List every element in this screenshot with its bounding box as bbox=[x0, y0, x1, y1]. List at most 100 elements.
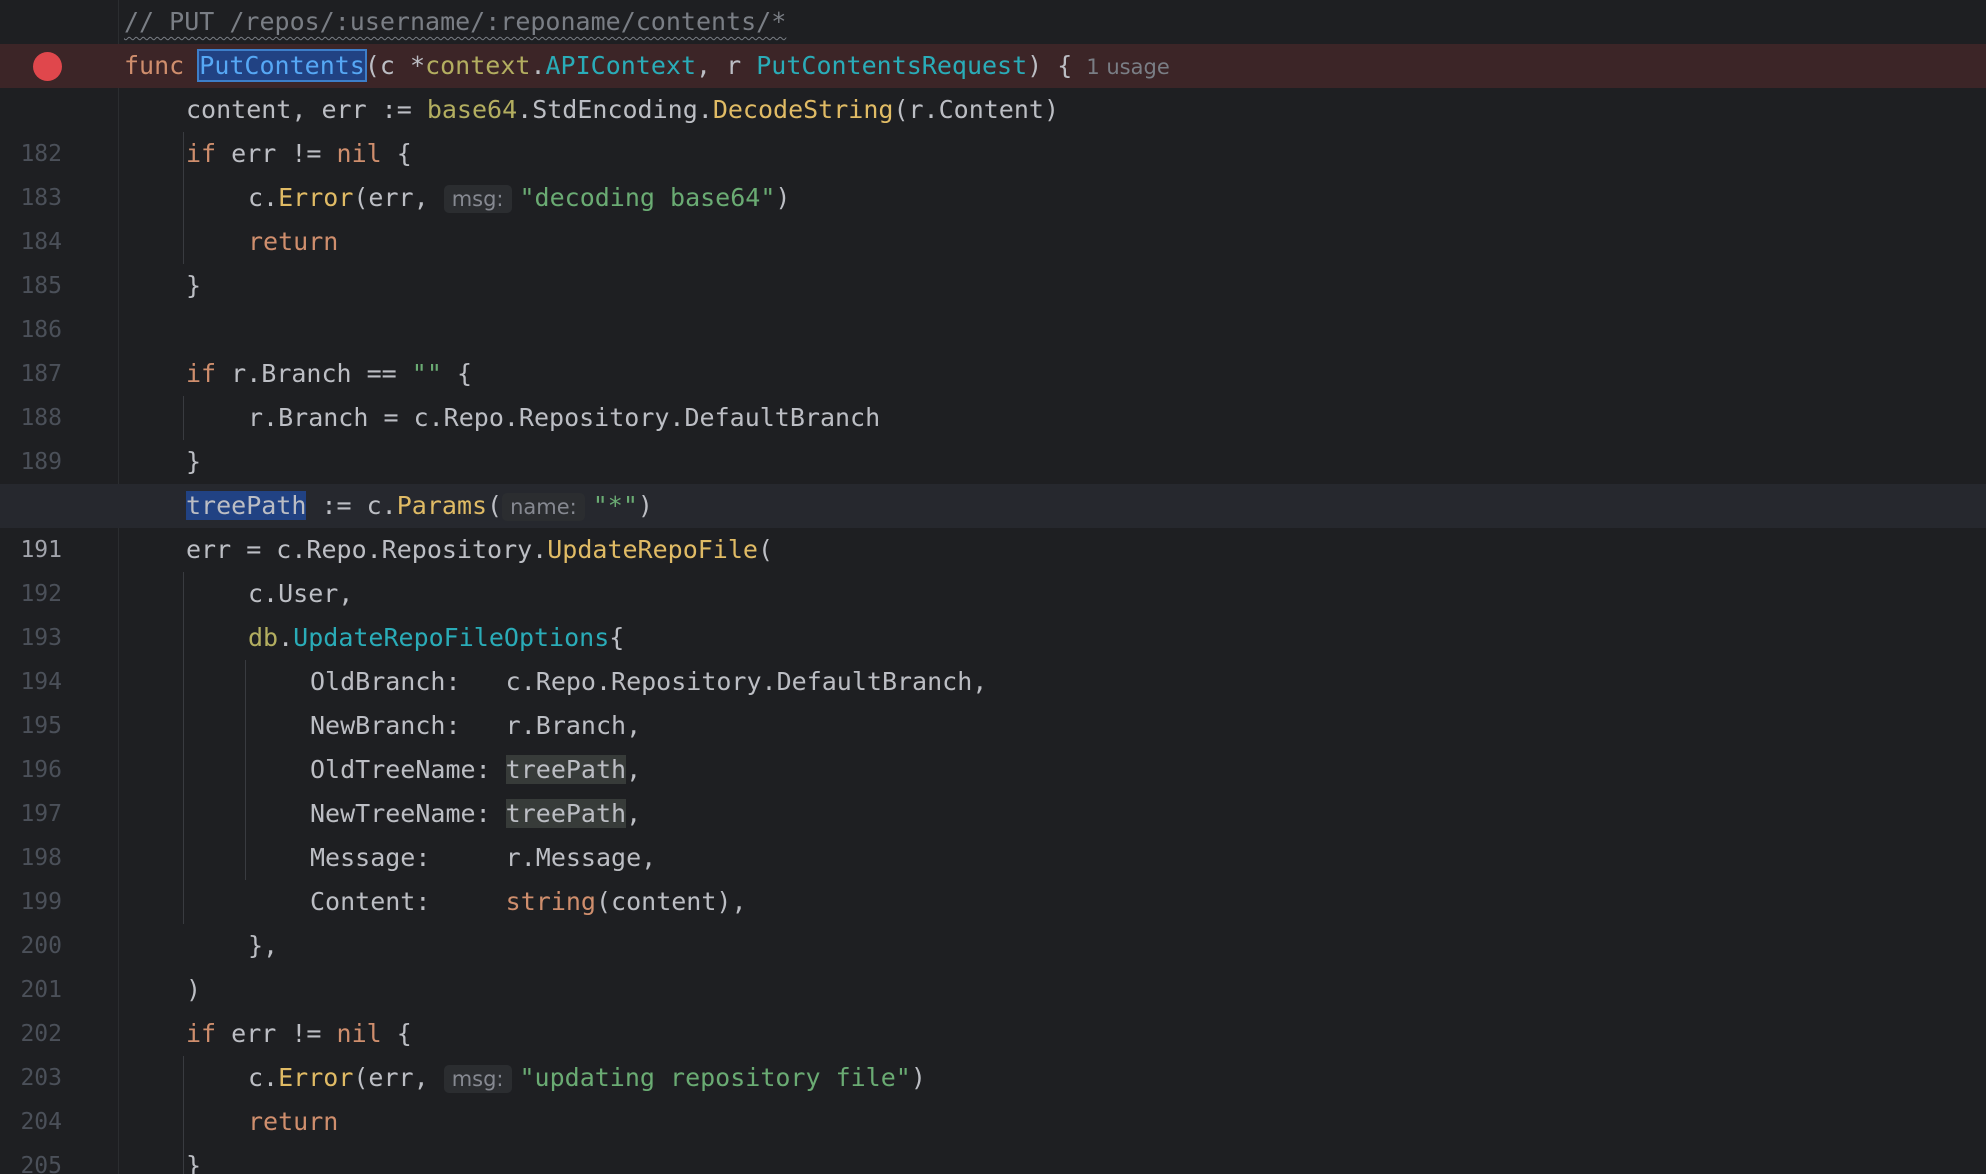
code-text: ) bbox=[637, 491, 653, 520]
variable-occurrence[interactable]: treePath bbox=[505, 755, 627, 784]
string-literal: "updating repository file" bbox=[519, 1063, 911, 1092]
variable-occurrence[interactable]: treePath bbox=[505, 799, 627, 828]
code-text: c. bbox=[248, 1063, 279, 1092]
code-text: . bbox=[278, 623, 294, 652]
code-line[interactable]: 195 OldBranch: c.Repo.Repository.Default… bbox=[0, 660, 1986, 739]
code-text: { bbox=[381, 1019, 412, 1048]
keyword: func bbox=[124, 51, 185, 80]
code-text: , bbox=[626, 799, 642, 828]
code-line[interactable]: 182 content, err := base64.StdEncoding.D… bbox=[0, 88, 1986, 167]
parameter-hint: name: bbox=[502, 493, 585, 521]
code-text: { bbox=[381, 139, 412, 168]
string-literal: "decoding base64" bbox=[519, 183, 776, 212]
code-text: ) bbox=[910, 1063, 926, 1092]
keyword: string bbox=[505, 887, 596, 916]
code-text: ( bbox=[757, 535, 774, 564]
code-text: { bbox=[441, 359, 472, 388]
code-text: { bbox=[609, 623, 625, 652]
method-call[interactable]: UpdateRepoFile bbox=[547, 535, 758, 564]
parameter-hint: msg: bbox=[443, 1065, 512, 1093]
code-line[interactable]: 206 } bbox=[0, 1144, 1986, 1174]
package-name: base64 bbox=[426, 95, 518, 124]
code-text: (content), bbox=[595, 887, 747, 916]
string-literal: "*" bbox=[592, 491, 638, 520]
code-line[interactable]: 193 c.User, bbox=[0, 572, 1986, 651]
type-name[interactable]: APIContext bbox=[546, 51, 697, 80]
code-text: (r.Content) bbox=[893, 95, 1060, 124]
code-line[interactable]: 194 db.UpdateRepoFileOptions{ bbox=[0, 616, 1986, 695]
code-line[interactable]: 205 return bbox=[0, 1100, 1986, 1174]
code-text: r.Branch = c.Repo.Repository.DefaultBran… bbox=[248, 403, 881, 432]
code-line[interactable]: 199 Message: r.Message, bbox=[0, 836, 1986, 915]
code-text: ( bbox=[487, 491, 503, 520]
code-text: Content: bbox=[310, 887, 506, 916]
function-name-put-contents[interactable]: PutContents bbox=[197, 49, 367, 82]
code-text: c. bbox=[248, 183, 279, 212]
code-text: .StdEncoding. bbox=[517, 95, 713, 124]
keyword: nil bbox=[336, 139, 382, 168]
code-text: NewTreeName: bbox=[310, 799, 506, 828]
method-call[interactable]: Params bbox=[397, 491, 487, 520]
code-line-breakpoint[interactable]: func PutContents(c *context.APIContext, … bbox=[0, 44, 1986, 88]
code-text: } bbox=[186, 1151, 202, 1174]
code-line[interactable]: 190 } bbox=[0, 440, 1986, 519]
code-text: err != bbox=[216, 1019, 337, 1048]
code-text: , r bbox=[696, 51, 757, 80]
route-comment: // PUT /repos/:username/:reponame/conten… bbox=[124, 7, 787, 36]
code-line[interactable]: 196 NewBranch: r.Branch, bbox=[0, 704, 1986, 783]
keyword: nil bbox=[336, 1019, 382, 1048]
code-line[interactable]: 185 return bbox=[0, 220, 1986, 299]
keyword: if bbox=[186, 1019, 217, 1048]
code-text: }, bbox=[248, 931, 279, 960]
code-line[interactable]: 189 r.Branch = c.Repo.Repository.Default… bbox=[0, 396, 1986, 475]
code-line[interactable]: 202 ) bbox=[0, 968, 1986, 1047]
code-editor[interactable]: 180 // PUT /repos/:username/:reponame/co… bbox=[0, 0, 1986, 1174]
code-text: Message: r.Message, bbox=[310, 843, 657, 872]
code-text: } bbox=[186, 271, 202, 300]
code-text: (c * bbox=[364, 51, 426, 80]
code-text: (err, bbox=[353, 1063, 444, 1092]
code-line[interactable]: 183 if err != nil { bbox=[0, 132, 1986, 211]
code-line[interactable]: 198 NewTreeName: treePath, bbox=[0, 792, 1986, 871]
method-call[interactable]: Error bbox=[278, 1063, 353, 1092]
code-text: . bbox=[530, 51, 546, 80]
method-call[interactable]: Error bbox=[278, 183, 353, 212]
code-text: ) { bbox=[1027, 51, 1073, 80]
code-text: NewBranch: r.Branch, bbox=[310, 711, 642, 740]
code-text: r.Branch == bbox=[216, 359, 412, 388]
code-line[interactable]: 188 if r.Branch == "" { bbox=[0, 352, 1986, 431]
code-line[interactable]: 192 err = c.Repo.Repository.UpdateRepoFi… bbox=[0, 528, 1986, 607]
code-text: ) bbox=[186, 975, 202, 1004]
code-text: , bbox=[626, 755, 642, 784]
code-text: err = c.Repo.Repository. bbox=[186, 535, 548, 564]
usage-count-link[interactable]: 1 usage bbox=[1086, 55, 1169, 79]
code-text: } bbox=[186, 447, 202, 476]
code-text: c.User, bbox=[248, 579, 354, 608]
type-name[interactable]: UpdateRepoFileOptions bbox=[293, 623, 609, 652]
method-call[interactable]: DecodeString bbox=[713, 95, 894, 124]
code-line[interactable]: 201 }, bbox=[0, 924, 1986, 1003]
code-line-current[interactable]: 191 treePath := c.Params(name: "*") bbox=[0, 484, 1986, 563]
parameter-hint: msg: bbox=[443, 185, 512, 213]
code-text: OldBranch: c.Repo.Repository.DefaultBran… bbox=[310, 667, 988, 696]
code-line[interactable]: 203 if err != nil { bbox=[0, 1012, 1986, 1091]
type-name[interactable]: PutContentsRequest bbox=[756, 51, 1027, 80]
variable-tree-path-selected[interactable]: treePath bbox=[186, 491, 307, 520]
code-line[interactable]: 186 } bbox=[0, 264, 1986, 343]
code-line[interactable]: 187 bbox=[0, 308, 1986, 387]
code-text: err != bbox=[216, 139, 337, 168]
breakpoint-icon[interactable] bbox=[33, 52, 62, 81]
code-line[interactable]: 204 c.Error(err, msg: "updating repositor… bbox=[0, 1056, 1986, 1135]
code-text: content, err := bbox=[186, 95, 427, 124]
code-text: (err, bbox=[353, 183, 444, 212]
keyword: return bbox=[248, 1107, 339, 1136]
code-text: OldTreeName: bbox=[310, 755, 506, 784]
code-text: ) bbox=[775, 183, 791, 212]
package-name: db bbox=[248, 623, 279, 652]
keyword: if bbox=[186, 359, 217, 388]
code-line[interactable]: 200 Content: string(content), bbox=[0, 880, 1986, 959]
string-literal: "" bbox=[411, 359, 442, 388]
code-line[interactable]: 180 // PUT /repos/:username/:reponame/co… bbox=[0, 0, 1986, 79]
code-line[interactable]: 184 c.Error(err, msg: "decoding base64") bbox=[0, 176, 1986, 255]
code-line[interactable]: 197 OldTreeName: treePath, bbox=[0, 748, 1986, 827]
